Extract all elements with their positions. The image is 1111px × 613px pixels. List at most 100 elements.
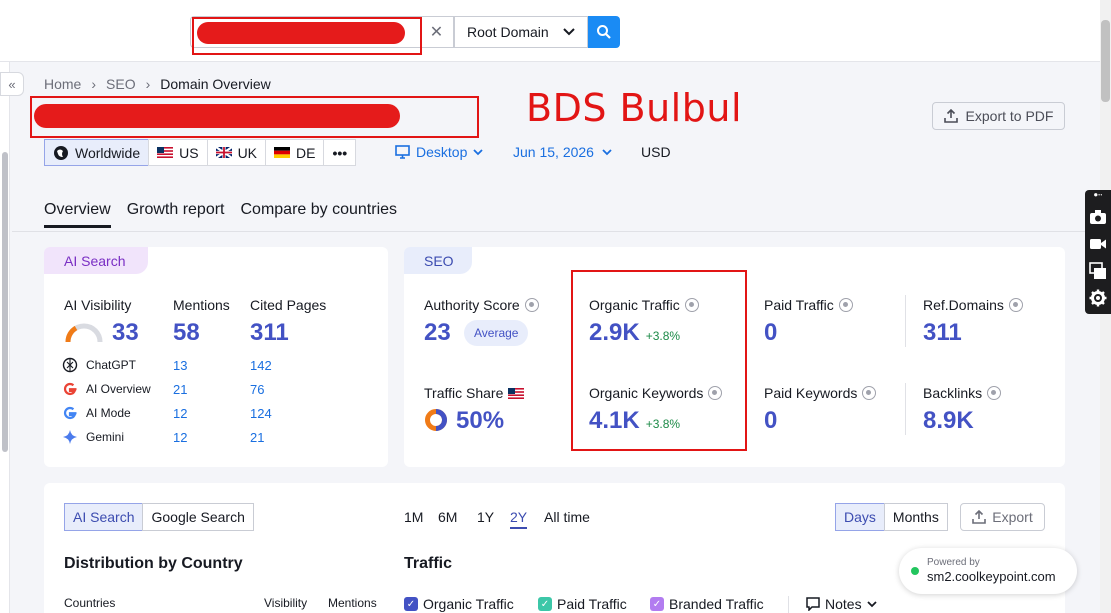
ref-domains-label: Ref.Domains [923, 297, 1023, 313]
ai-source-gemini: Gemini [62, 429, 124, 445]
date-select[interactable]: Jun 15, 2026 [513, 144, 612, 160]
clear-search-button[interactable]: ✕ [420, 16, 454, 48]
backlinks-value[interactable]: 8.9K [923, 407, 974, 435]
col-mentions[interactable]: Mentions [328, 596, 377, 610]
legend-paid-traffic[interactable]: ✓ Paid Traffic [538, 596, 627, 612]
globe-info-icon[interactable] [838, 298, 853, 312]
gemini-cited[interactable]: 21 [250, 430, 264, 445]
col-visibility[interactable]: Visibility [264, 596, 307, 610]
region-worldwide[interactable]: Worldwide [44, 139, 150, 166]
region-us[interactable]: US [148, 139, 208, 166]
col-countries[interactable]: Countries [64, 596, 115, 610]
globe-info-icon[interactable] [987, 386, 1002, 400]
device-select[interactable]: Desktop [395, 144, 483, 160]
domain-type-select[interactable]: Root Domain [454, 16, 588, 48]
traffic-share-label-text: Traffic Share [424, 385, 504, 401]
globe-info-icon[interactable] [524, 298, 539, 312]
us-flag-icon [508, 387, 525, 399]
granularity-days[interactable]: Days [835, 503, 885, 531]
ai-mode-cited[interactable]: 124 [250, 406, 272, 421]
windows-icon[interactable] [1089, 262, 1107, 280]
ai-source-name: AI Mode [86, 406, 131, 420]
gear-icon[interactable] [1089, 289, 1107, 307]
paid-traffic-label: Paid Traffic [764, 297, 853, 313]
source-toggle: AI Search Google Search [64, 503, 254, 531]
date-value: Jun 15, 2026 [513, 144, 594, 160]
tab-overview[interactable]: Overview [44, 201, 111, 228]
uk-flag-icon [215, 147, 232, 158]
left-rail [0, 62, 10, 613]
globe-icon [54, 145, 68, 160]
range-6m[interactable]: 6M [438, 509, 457, 525]
chevron-down-icon [473, 148, 483, 155]
status-dot [911, 567, 919, 575]
legend-branded-traffic[interactable]: ✓ Branded Traffic [650, 596, 764, 612]
region-label: US [179, 144, 199, 161]
traffic-share-label: Traffic Share [424, 385, 525, 401]
source-ai-search[interactable]: AI Search [64, 503, 144, 531]
gemini-mentions[interactable]: 12 [173, 430, 187, 445]
granularity-months[interactable]: Months [883, 503, 948, 531]
currency-label: USD [641, 144, 671, 160]
chevron-down-icon [866, 600, 877, 607]
cited-pages-label-text: Cited Pages [250, 297, 327, 313]
ai-source-chatgpt: ChatGPT [62, 357, 136, 373]
source-google-search[interactable]: Google Search [142, 503, 254, 531]
visibility-gauge-icon [65, 323, 103, 343]
range-1y[interactable]: 1Y [477, 509, 494, 525]
export-button[interactable]: Export [960, 503, 1045, 531]
paid-keywords-value[interactable]: 0 [764, 407, 777, 435]
ai-visibility-value[interactable]: 33 [112, 319, 139, 347]
search-button[interactable] [588, 16, 620, 48]
globe-info-icon[interactable] [1008, 298, 1023, 312]
close-icon: ✕ [429, 24, 444, 41]
settings-small-icon[interactable] [1089, 192, 1107, 202]
google-icon [63, 382, 77, 396]
mentions-value[interactable]: 58 [173, 319, 200, 347]
cited-pages-value[interactable]: 311 [250, 319, 289, 347]
backlinks-label-text: Backlinks [923, 385, 983, 401]
range-2y[interactable]: 2Y [510, 509, 528, 529]
ai-overview-mentions[interactable]: 21 [173, 382, 187, 397]
page-scrollbar-thumb[interactable] [1101, 20, 1110, 102]
notes-dropdown[interactable]: Notes [806, 596, 877, 612]
ref-domains-value[interactable]: 311 [923, 319, 962, 347]
breadcrumb-current: Domain Overview [160, 76, 271, 92]
ai-source-name: ChatGPT [86, 358, 137, 372]
chatgpt-cited[interactable]: 142 [250, 358, 272, 373]
ai-overview-cited[interactable]: 76 [250, 382, 264, 397]
paid-traffic-value[interactable]: 0 [764, 319, 777, 347]
legend-organic-traffic[interactable]: ✓ Organic Traffic [404, 596, 514, 612]
google-icon [63, 406, 77, 420]
chatgpt-icon [62, 357, 78, 373]
region-uk[interactable]: UK [206, 139, 267, 166]
collapse-sidebar-button[interactable]: « [0, 72, 24, 96]
metric-divider [905, 295, 906, 347]
region-more-button[interactable]: ••• [323, 139, 357, 166]
powered-by-badge[interactable]: Powered by sm2.coolkeypoint.com [899, 548, 1077, 594]
camera-icon[interactable] [1089, 208, 1107, 226]
video-icon[interactable] [1089, 235, 1107, 253]
left-rail-scroll[interactable] [2, 152, 8, 452]
note-icon [806, 597, 820, 611]
ai-mode-mentions[interactable]: 12 [173, 406, 187, 421]
region-de[interactable]: DE [265, 139, 325, 166]
authority-badge: Average [464, 320, 529, 346]
breadcrumb-seo[interactable]: SEO [106, 76, 136, 92]
globe-info-icon[interactable] [862, 386, 877, 400]
range-1m[interactable]: 1M [404, 509, 423, 525]
mentions-label: Mentions [173, 297, 230, 313]
us-flag-icon [157, 147, 174, 158]
tab-growth-report[interactable]: Growth report [127, 201, 225, 228]
ai-visibility-label: AI Visibility [64, 297, 131, 313]
breadcrumb-home[interactable]: Home [44, 76, 81, 92]
chevron-right-icon: › [91, 76, 97, 92]
chatgpt-mentions[interactable]: 13 [173, 358, 187, 373]
authority-score-value[interactable]: 23 [424, 319, 451, 347]
metric-divider [905, 383, 906, 435]
range-all-time[interactable]: All time [544, 509, 590, 525]
export-pdf-button[interactable]: Export to PDF [932, 102, 1065, 130]
legend-divider [788, 596, 789, 613]
tab-compare-countries[interactable]: Compare by countries [241, 201, 398, 228]
traffic-share-value[interactable]: 50% [456, 407, 504, 435]
